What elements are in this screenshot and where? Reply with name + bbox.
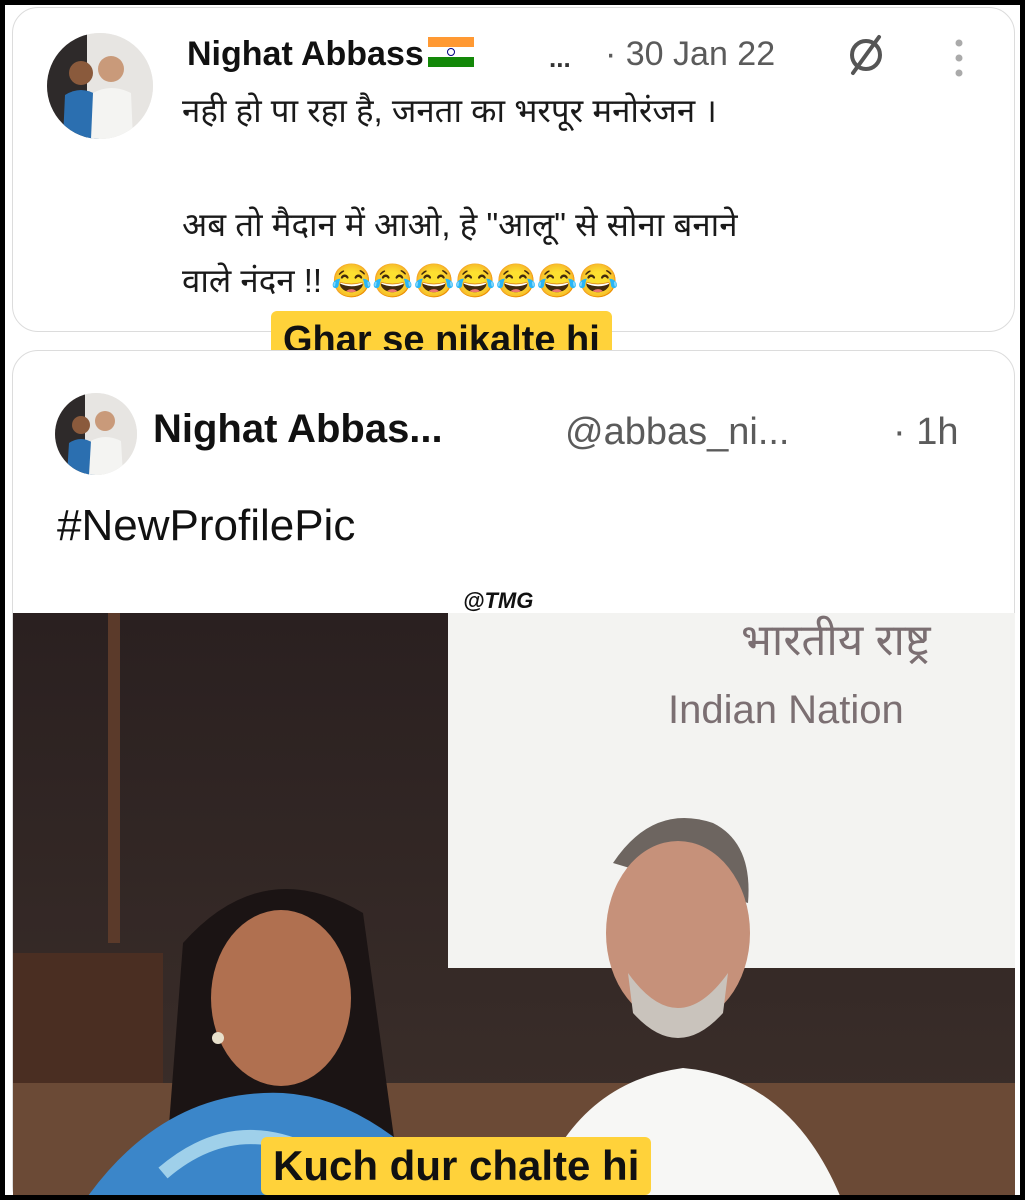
edited-icon	[843, 31, 889, 77]
top-author-name[interactable]: Nighat Abbass	[187, 35, 474, 74]
bottom-avatar[interactable]	[55, 393, 137, 475]
hashtag-text[interactable]: #NewProfilePic	[57, 501, 355, 551]
sign-hindi-text: भारतीय राष्ट्र	[741, 615, 932, 665]
top-avatar[interactable]	[47, 33, 153, 139]
sign-english-text: Indian Nation	[668, 688, 904, 732]
bottom-author-name[interactable]: Nighat Abbas...	[153, 407, 443, 452]
india-flag-icon	[427, 37, 474, 67]
more-options-icon[interactable]	[953, 38, 965, 78]
profile-photo: भारतीय राष्ट्र Indian Nation	[13, 613, 1015, 1195]
author-ellipsis: ...	[549, 43, 571, 73]
top-timestamp[interactable]: · 30 Jan 22	[605, 35, 775, 74]
bottom-time[interactable]: · 1h	[893, 411, 958, 454]
watermark: @TMG	[463, 588, 534, 613]
meme-frame: Nighat Abbass ... · 30 Jan 22 नही हो पा …	[5, 5, 1020, 1195]
caption-bottom: Kuch dur chalte hi	[261, 1137, 652, 1195]
bottom-handle[interactable]: @abbas_ni...	[565, 411, 790, 454]
tweet-line-3: वाले नंदन !! 😂😂😂😂😂😂😂	[182, 262, 619, 299]
tweet-line-2: अब तो मैदान में आओ, हे "आलू" से सोना बना…	[182, 206, 738, 243]
tweet-line-1: नही हो पा रहा है, जनता का भरपूर मनोरंजन …	[182, 92, 717, 129]
